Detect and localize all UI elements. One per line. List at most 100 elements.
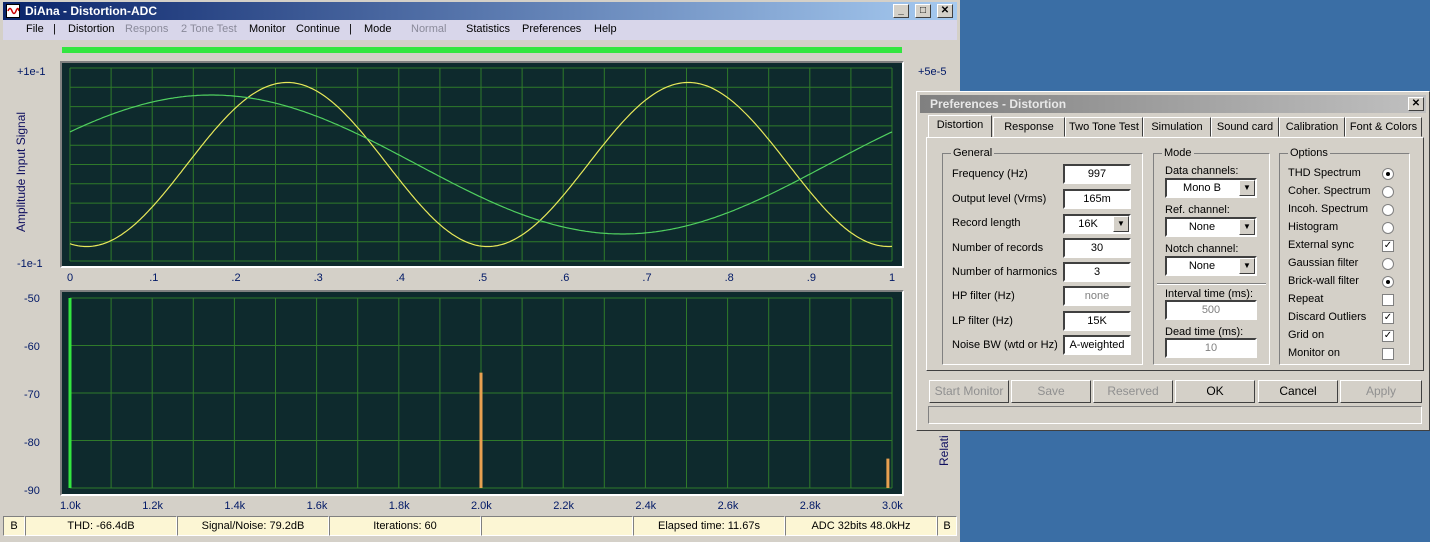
title-bar[interactable]: DiAna - Distortion-ADC _ □ ✕ bbox=[3, 2, 957, 20]
dialog-close-button[interactable]: ✕ bbox=[1408, 97, 1424, 111]
cancel-button[interactable]: Cancel bbox=[1258, 380, 1338, 403]
status-blank bbox=[481, 516, 633, 536]
status-left-b: B bbox=[3, 516, 25, 536]
num-harmonics-input[interactable]: 3 bbox=[1063, 262, 1131, 282]
option-checkbox[interactable]: ✓ bbox=[1382, 330, 1394, 342]
chevron-down-icon[interactable]: ▼ bbox=[1239, 258, 1255, 274]
x-tick-label: .7 bbox=[642, 272, 652, 284]
lp-filter-input[interactable]: 15K bbox=[1063, 311, 1131, 331]
spectrum-bar-0 bbox=[68, 298, 72, 488]
menu-normal[interactable]: Normal bbox=[411, 23, 446, 35]
x-tick-label: 3.0k bbox=[882, 500, 903, 512]
x-tick-label: .4 bbox=[395, 272, 405, 284]
option-checkbox[interactable] bbox=[1382, 348, 1394, 360]
spectrum-plot-svg bbox=[68, 297, 893, 489]
y-tick-label: -90 bbox=[24, 485, 40, 497]
option-radio[interactable] bbox=[1382, 222, 1394, 234]
x-tick-label: 1.6k bbox=[306, 500, 328, 512]
tab-response[interactable]: Response bbox=[993, 117, 1065, 137]
option-label: External sync bbox=[1288, 239, 1355, 251]
frequency-input[interactable]: 997 bbox=[1063, 164, 1131, 184]
maximize-button[interactable]: □ bbox=[915, 4, 931, 18]
dead-time-input[interactable]: 10 bbox=[1165, 338, 1257, 358]
menu-continue[interactable]: Continue bbox=[296, 23, 340, 35]
hp-filter-label: HP filter (Hz) bbox=[952, 290, 1015, 302]
app-icon bbox=[6, 4, 20, 18]
ok-button[interactable]: OK bbox=[1175, 380, 1255, 403]
chevron-down-icon[interactable]: ▼ bbox=[1239, 219, 1255, 235]
preferences-dialog: Preferences - Distortion ✕ Distortion Re… bbox=[916, 91, 1430, 431]
y-tick-label: -70 bbox=[24, 389, 40, 401]
close-button[interactable]: ✕ bbox=[937, 4, 953, 18]
dialog-title-bar[interactable]: Preferences - Distortion ✕ bbox=[920, 95, 1426, 113]
status-elapsed: Elapsed time: 11.67s bbox=[633, 516, 785, 536]
start-monitor-button[interactable]: Start Monitor bbox=[929, 380, 1009, 403]
num-records-label: Number of records bbox=[952, 242, 1044, 254]
y-bottom-label: -1e-1 bbox=[17, 258, 43, 270]
mode-divider bbox=[1157, 283, 1266, 285]
tab-font-colors[interactable]: Font & Colors bbox=[1345, 117, 1422, 137]
menu-mode[interactable]: Mode bbox=[364, 23, 392, 35]
num-harmonics-label: Number of harmonics bbox=[952, 266, 1058, 278]
menu-preferences[interactable]: Preferences bbox=[522, 23, 581, 35]
chevron-down-icon[interactable]: ▼ bbox=[1239, 180, 1255, 196]
option-radio[interactable] bbox=[1382, 276, 1394, 288]
option-checkbox[interactable] bbox=[1382, 294, 1394, 306]
lp-filter-label: LP filter (Hz) bbox=[952, 315, 1013, 327]
right-axis-label: Relati bbox=[937, 435, 951, 466]
y-tick-label: -50 bbox=[24, 293, 40, 305]
option-label: Histogram bbox=[1288, 221, 1339, 233]
x-tick-label: 2.4k bbox=[635, 500, 657, 512]
signal-plot[interactable] bbox=[60, 61, 904, 268]
x-tick-label: 1.4k bbox=[224, 500, 246, 512]
option-radio[interactable] bbox=[1382, 186, 1394, 198]
output-level-input[interactable]: 165m bbox=[1063, 189, 1131, 209]
reserved-button[interactable]: Reserved bbox=[1093, 380, 1173, 403]
noise-bw-input[interactable]: A-weighted bbox=[1063, 335, 1131, 355]
main-window: DiAna - Distortion-ADC _ □ ✕ File | Dist… bbox=[0, 0, 960, 542]
option-label: Coher. Spectrum bbox=[1288, 185, 1371, 197]
apply-button[interactable]: Apply bbox=[1340, 380, 1422, 403]
spectrum-plot[interactable] bbox=[60, 290, 904, 496]
minimize-button[interactable]: _ bbox=[893, 4, 909, 18]
menu-file[interactable]: File bbox=[26, 23, 44, 35]
dialog-status-bar bbox=[928, 406, 1422, 424]
menu-distortion[interactable]: Distortion bbox=[68, 23, 114, 35]
status-bar: B THD: -66.4dB Signal/Noise: 79.2dB Iter… bbox=[3, 516, 957, 536]
option-label: Incoh. Spectrum bbox=[1288, 203, 1369, 215]
data-channels-value: Mono B bbox=[1183, 182, 1221, 194]
tab-simulation[interactable]: Simulation bbox=[1143, 117, 1211, 137]
option-radio[interactable] bbox=[1382, 258, 1394, 270]
menu-monitor[interactable]: Monitor bbox=[249, 23, 286, 35]
menu-respons[interactable]: Respons bbox=[125, 23, 168, 35]
ref-channel-label: Ref. channel: bbox=[1165, 204, 1230, 216]
option-radio[interactable] bbox=[1382, 168, 1394, 180]
status-snr: Signal/Noise: 79.2dB bbox=[177, 516, 329, 536]
y-right-top-label: +5e-5 bbox=[918, 66, 947, 78]
hp-filter-input[interactable]: none bbox=[1063, 286, 1131, 306]
option-checkbox[interactable]: ✓ bbox=[1382, 240, 1394, 252]
notch-channel-select[interactable]: None ▼ bbox=[1165, 256, 1257, 276]
data-channels-select[interactable]: Mono B ▼ bbox=[1165, 178, 1257, 198]
signal-plot-svg bbox=[69, 67, 893, 262]
status-thd: THD: -66.4dB bbox=[25, 516, 177, 536]
ref-channel-select[interactable]: None ▼ bbox=[1165, 217, 1257, 237]
num-records-input[interactable]: 30 bbox=[1063, 238, 1131, 258]
menu-2-tone-test[interactable]: 2 Tone Test bbox=[181, 23, 237, 35]
interval-time-input[interactable]: 500 bbox=[1165, 300, 1257, 320]
menu-help[interactable]: Help bbox=[594, 23, 617, 35]
x-tick-label: 1 bbox=[889, 272, 896, 284]
menu-statistics[interactable]: Statistics bbox=[466, 23, 510, 35]
x-tick-label: 1.8k bbox=[388, 500, 410, 512]
frequency-label: Frequency (Hz) bbox=[952, 168, 1028, 180]
tab-two-tone-test[interactable]: Two Tone Test bbox=[1065, 117, 1143, 137]
option-radio[interactable] bbox=[1382, 204, 1394, 216]
tab-calibration[interactable]: Calibration bbox=[1279, 117, 1345, 137]
option-checkbox[interactable]: ✓ bbox=[1382, 312, 1394, 324]
x-tick-label: 2.8k bbox=[799, 500, 821, 512]
tab-distortion[interactable]: Distortion bbox=[928, 115, 992, 138]
record-length-select[interactable]: 16K ▼ bbox=[1063, 214, 1131, 234]
save-button[interactable]: Save bbox=[1011, 380, 1091, 403]
chevron-down-icon[interactable]: ▼ bbox=[1113, 216, 1129, 232]
tab-sound-card[interactable]: Sound card bbox=[1211, 117, 1279, 137]
